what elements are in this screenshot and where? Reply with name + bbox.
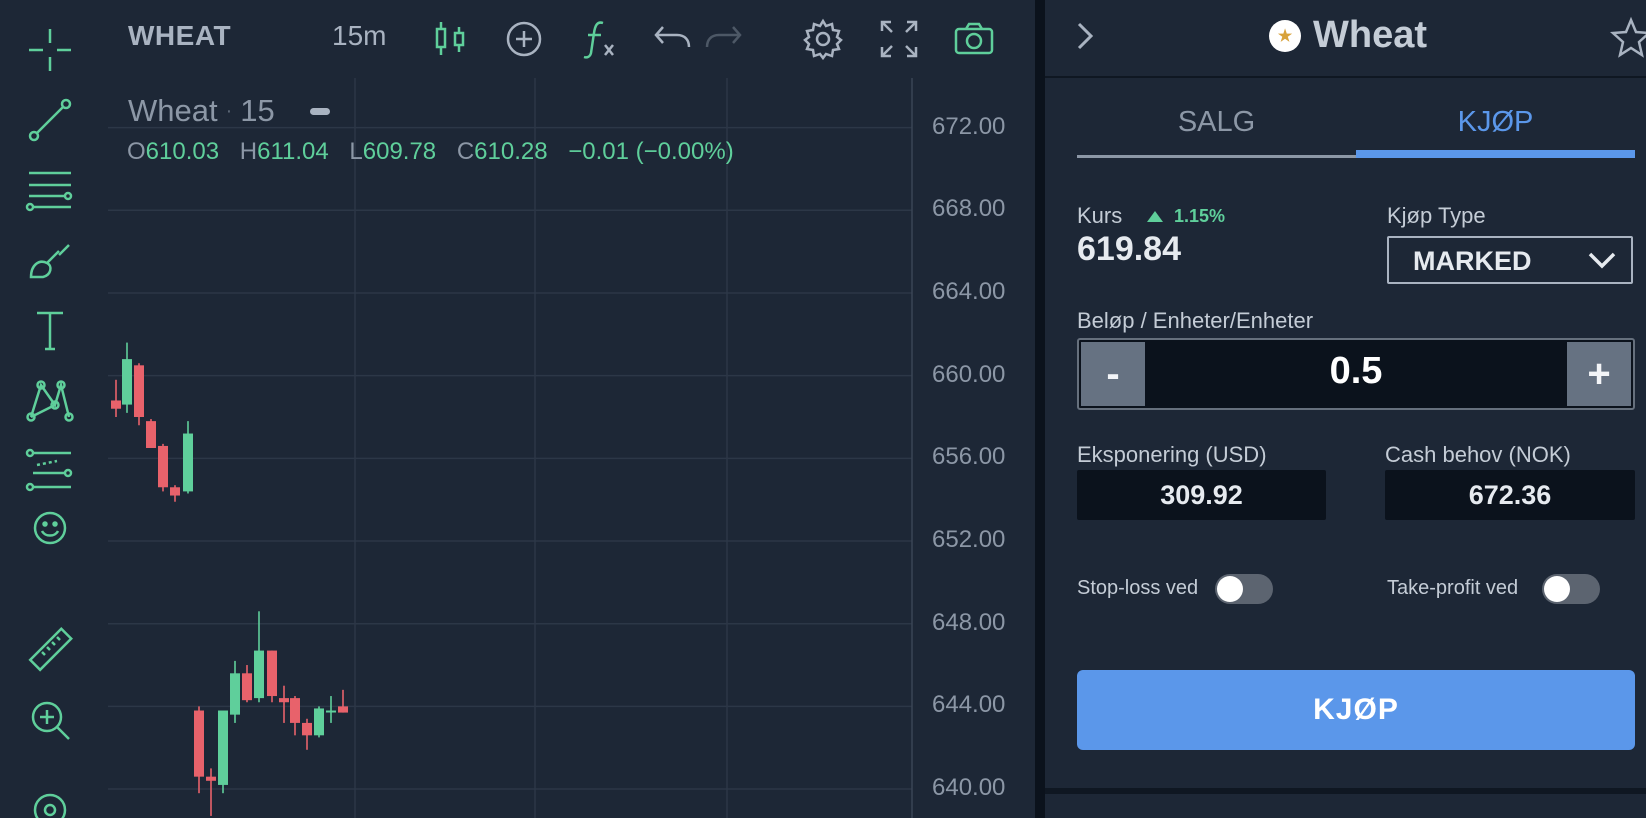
- trading-app: WHEAT 15m Wheat · 15 O610.03 H611.04 L60…: [0, 0, 1646, 818]
- toggle-knob: [1544, 576, 1570, 602]
- kurs-change: 1.15%: [1174, 206, 1226, 226]
- candle-body: [194, 710, 204, 777]
- stop-loss-label: Stop-loss ved: [1077, 577, 1199, 599]
- tab-sell[interactable]: SALG: [1077, 90, 1356, 158]
- open-key: O: [127, 138, 146, 165]
- candle-body: [146, 421, 156, 448]
- increment-button[interactable]: +: [1567, 342, 1631, 406]
- candle-body: [242, 673, 252, 701]
- price-label: 672.00: [932, 112, 1006, 140]
- candle-body: [218, 710, 228, 785]
- low-key: L: [349, 138, 363, 165]
- price-label: 640.00: [932, 774, 1006, 802]
- chart-legend-title: Wheat · 15: [128, 93, 275, 129]
- buy-type-label: Kjøp Type: [1387, 203, 1486, 228]
- price-label: 644.00: [932, 691, 1006, 719]
- buy-type-value: MARKED: [1413, 246, 1532, 276]
- close-value: 610.28: [474, 138, 548, 165]
- price-label: 652.00: [932, 526, 1006, 554]
- exposure-label: Eksponering (USD): [1077, 442, 1267, 467]
- candle-body: [122, 359, 132, 405]
- amount-label: Beløp / Enheter/Enheter: [1077, 308, 1314, 333]
- price-label: 656.00: [932, 443, 1006, 471]
- buy-type-select[interactable]: MARKED: [1387, 236, 1633, 284]
- legend-symbol: Wheat: [128, 93, 218, 128]
- kurs-label: Kurs: [1077, 203, 1123, 228]
- price-label: 660.00: [932, 360, 1006, 388]
- take-profit-toggle[interactable]: [1542, 574, 1600, 604]
- candle-body: [290, 698, 300, 723]
- legend-collapse-button[interactable]: [310, 108, 330, 115]
- change-value: −0.01 (−0.00%): [568, 138, 734, 165]
- up-arrow-icon: [1147, 211, 1163, 222]
- price-label: 668.00: [932, 195, 1006, 223]
- price-label: 648.00: [932, 608, 1006, 636]
- panel-header: ★ Wheat: [1045, 0, 1646, 78]
- panel-divider[interactable]: [1035, 0, 1045, 818]
- close-key: C: [456, 138, 475, 165]
- chevron-right-icon[interactable]: [1065, 16, 1105, 56]
- open-value: 610.03: [145, 138, 220, 165]
- asset-name: Wheat: [1313, 14, 1427, 56]
- legend-interval: 15: [240, 93, 275, 128]
- tab-buy[interactable]: KJØP: [1356, 90, 1635, 158]
- high-key: H: [239, 138, 258, 165]
- high-value: 611.04: [257, 138, 329, 165]
- candle-body: [134, 365, 144, 417]
- ohlc-readout: O610.03 H611.04 L609.78 C610.28 −0.01 (−…: [127, 138, 748, 166]
- decrement-button[interactable]: -: [1081, 342, 1145, 406]
- candle-body: [158, 445, 168, 488]
- candle-body: [183, 433, 193, 492]
- amount-input[interactable]: 0.5: [1147, 350, 1565, 393]
- candle-body: [111, 400, 121, 409]
- kurs-value: 619.84: [1077, 230, 1181, 268]
- exposure-value: 309.92: [1077, 470, 1326, 520]
- candle-body: [279, 698, 289, 703]
- candle-body: [254, 650, 264, 699]
- buy-button[interactable]: KJØP: [1077, 670, 1635, 750]
- favorite-star-icon[interactable]: [1609, 16, 1646, 60]
- order-tabs: SALG KJØP: [1077, 90, 1635, 158]
- low-value: 609.78: [362, 138, 437, 165]
- price-label: 664.00: [932, 277, 1006, 305]
- chevron-down-icon: [1588, 252, 1616, 269]
- stop-loss-toggle[interactable]: [1215, 574, 1273, 604]
- cash-label: Cash behov (NOK): [1385, 442, 1571, 467]
- wheat-logo-icon: ★: [1269, 20, 1301, 52]
- amount-stepper: - 0.5 +: [1077, 338, 1635, 410]
- candle-body: [302, 722, 312, 736]
- candle-body: [230, 673, 240, 715]
- candle-body: [314, 708, 324, 736]
- panel-bottom-divider: [1045, 788, 1646, 794]
- take-profit-label: Take-profit ved: [1387, 577, 1519, 599]
- cash-value: 672.36: [1385, 470, 1635, 520]
- order-panel: ★ Wheat SALG KJØP Kurs 1.15% 619.84 Kjøp…: [1045, 0, 1646, 818]
- candle-body: [338, 706, 348, 713]
- toggle-knob: [1217, 576, 1243, 602]
- candle-body: [326, 710, 336, 713]
- candle-body: [267, 650, 277, 697]
- legend-separator: ·: [225, 100, 233, 122]
- candle-body: [170, 487, 180, 496]
- candle-body: [206, 776, 216, 781]
